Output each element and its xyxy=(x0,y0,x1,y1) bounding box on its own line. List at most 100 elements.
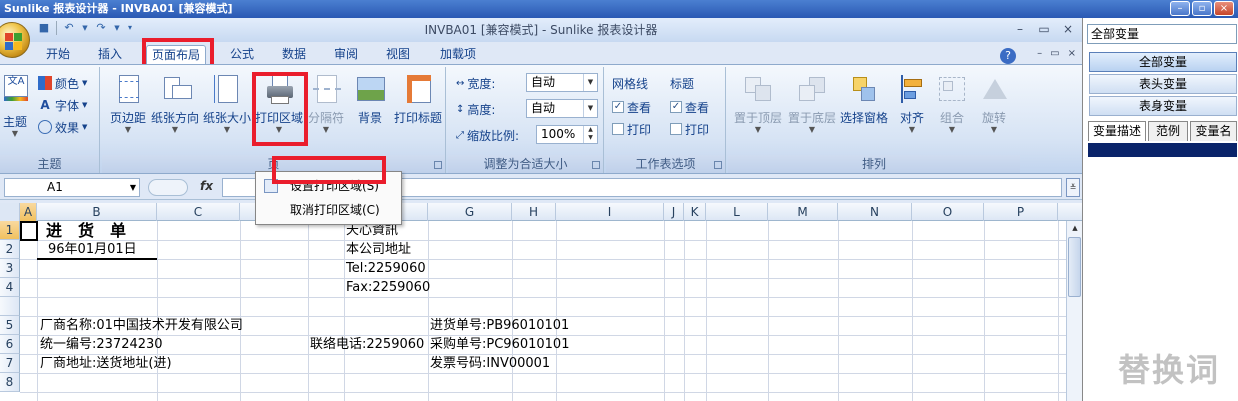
themes-button[interactable]: 文A 主题 ▼ xyxy=(0,73,30,138)
row-header-3[interactable]: 3 xyxy=(0,259,20,278)
undo-icon[interactable]: ↶ xyxy=(61,20,77,36)
row-header-4[interactable]: 4 xyxy=(0,278,20,297)
variable-filter-select[interactable]: 全部变量 xyxy=(1087,24,1237,44)
col-header-o[interactable]: O xyxy=(912,203,984,221)
restore-button[interactable]: ▭ xyxy=(1032,20,1056,38)
col-header-a[interactable]: A xyxy=(20,203,37,221)
row-header-6[interactable]: 5 xyxy=(0,316,20,335)
col-header-m[interactable]: M xyxy=(768,203,838,221)
gridlines-print-checkbox[interactable]: 打印 xyxy=(612,119,651,139)
vertical-scrollbar[interactable]: ▲ xyxy=(1066,221,1082,401)
cell-g8[interactable]: 发票号码:INV00001 xyxy=(430,354,550,373)
body-variables-button[interactable]: 表身变量 xyxy=(1089,96,1237,116)
select-all-corner[interactable] xyxy=(0,203,20,221)
tab-addins[interactable]: 加载项 xyxy=(432,45,484,64)
bring-to-front-button[interactable]: 置于顶层 ▼ xyxy=(732,73,784,134)
row-header-7[interactable]: 6 xyxy=(0,335,20,354)
cell-f2[interactable]: 本公司地址 xyxy=(346,240,411,259)
headings-view-checkbox[interactable]: ✓ 查看 xyxy=(670,97,709,117)
redo-dropdown-icon[interactable]: ▼ xyxy=(113,20,121,36)
background-button[interactable]: 背景 xyxy=(350,73,390,126)
cell-b2[interactable]: 96年01月01日 xyxy=(48,240,137,259)
workbook-close-icon[interactable]: × xyxy=(1068,48,1076,59)
tab-variable-description[interactable]: 变量描述 xyxy=(1088,121,1146,141)
row-header-9[interactable]: 8 xyxy=(0,373,20,392)
theme-colors-button[interactable]: 颜色 ▼ xyxy=(38,73,87,93)
print-titles-button[interactable]: 打印标题 xyxy=(392,73,444,126)
headings-print-checkbox[interactable]: 打印 xyxy=(670,119,709,139)
tab-insert[interactable]: 插入 xyxy=(90,45,130,64)
tab-formulas[interactable]: 公式 xyxy=(222,45,262,64)
cell-a6[interactable]: 厂商名称:01中国技术开发有限公司 xyxy=(40,316,243,335)
scale-launcher-icon[interactable] xyxy=(592,161,600,169)
workbook-minimize-icon[interactable]: – xyxy=(1037,48,1042,59)
selection-pane-button[interactable]: 选择窗格 xyxy=(838,73,890,126)
scale-spinner[interactable]: 100% ▲ ▼ xyxy=(536,125,598,144)
theme-fonts-button[interactable]: A 字体 ▼ xyxy=(38,95,87,115)
col-header-c[interactable]: C xyxy=(157,203,240,221)
expand-formula-icon[interactable]: ≚ xyxy=(1066,178,1080,197)
scroll-up-icon[interactable]: ▲ xyxy=(1068,221,1082,235)
cell-e7[interactable]: 联络电话:2259060 xyxy=(310,335,426,354)
undo-dropdown-icon[interactable]: ▼ xyxy=(81,20,89,36)
page-setup-launcher-icon[interactable] xyxy=(434,161,442,169)
cell-a8[interactable]: 厂商地址:送货地址(进) xyxy=(40,354,172,373)
send-to-back-button[interactable]: 置于底层 ▼ xyxy=(786,73,838,134)
align-button[interactable]: 对齐 ▼ xyxy=(894,73,930,134)
redo-icon[interactable]: ↷ xyxy=(93,20,109,36)
col-header-g[interactable]: G xyxy=(428,203,512,221)
cell-g7[interactable]: 采购单号:PC96010101 xyxy=(430,335,569,354)
row-header-8[interactable]: 7 xyxy=(0,354,20,373)
variable-list-selected-row[interactable] xyxy=(1088,143,1237,157)
width-select[interactable]: 自动 ▼ xyxy=(526,73,598,92)
formula-expand-handle[interactable] xyxy=(148,179,188,196)
height-select[interactable]: 自动 ▼ xyxy=(526,99,598,118)
tab-example[interactable]: 范例 xyxy=(1148,121,1188,141)
customize-qat-icon[interactable]: ▾ xyxy=(125,20,135,36)
row-header-1[interactable]: 1 xyxy=(0,221,20,240)
clear-print-area-menu-item[interactable]: 取消打印区域(C) xyxy=(258,199,399,221)
tab-view[interactable]: 视图 xyxy=(378,45,418,64)
col-header-h[interactable]: H xyxy=(512,203,556,221)
page-size-button[interactable]: 纸张大小 ▼ xyxy=(202,73,252,134)
tab-review[interactable]: 审阅 xyxy=(326,45,366,64)
header-variables-button[interactable]: 表头变量 xyxy=(1089,74,1237,94)
minimize-button[interactable]: – xyxy=(1008,20,1032,38)
all-variables-button[interactable]: 全部变量 xyxy=(1089,52,1237,72)
cell-f4[interactable]: Fax:2259060 xyxy=(346,278,430,297)
fx-icon[interactable]: fx xyxy=(200,179,213,193)
tab-data[interactable]: 数据 xyxy=(274,45,314,64)
row-header-5[interactable] xyxy=(0,297,20,316)
gridlines-view-checkbox[interactable]: ✓ 查看 xyxy=(612,97,651,117)
breaks-button[interactable]: 分隔符 ▼ xyxy=(304,73,348,134)
outer-close-button[interactable]: × xyxy=(1214,1,1234,16)
worksheet-grid[interactable]: A B C D E F G H I J K L M N O P xyxy=(0,203,1082,401)
tab-home[interactable]: 开始 xyxy=(38,45,78,64)
col-header-n[interactable]: N xyxy=(838,203,912,221)
help-icon[interactable]: ? xyxy=(1000,48,1016,64)
cell-b1[interactable]: 进 货 单 xyxy=(46,221,126,240)
tab-variable-name[interactable]: 变量名 xyxy=(1190,121,1237,141)
col-header-p[interactable]: P xyxy=(984,203,1058,221)
active-cell-a1[interactable] xyxy=(20,221,38,241)
scroll-thumb[interactable] xyxy=(1068,237,1081,297)
cell-f3[interactable]: Tel:2259060 xyxy=(346,259,426,278)
margins-button[interactable]: 页边距 ▼ xyxy=(106,73,150,134)
save-icon[interactable]: ■ xyxy=(36,20,52,36)
outer-minimize-button[interactable]: – xyxy=(1170,1,1190,16)
cell-a7[interactable]: 统一编号:23724230 xyxy=(40,335,163,354)
col-header-i[interactable]: I xyxy=(556,203,664,221)
col-header-b[interactable]: B xyxy=(37,203,157,221)
col-header-k[interactable]: K xyxy=(684,203,706,221)
outer-restore-button[interactable]: ▫ xyxy=(1192,1,1212,16)
rotate-button[interactable]: 旋转 ▼ xyxy=(974,73,1014,134)
group-button[interactable]: 组合 ▼ xyxy=(932,73,972,134)
close-button[interactable]: × xyxy=(1056,20,1080,38)
theme-effects-button[interactable]: 效果 ▼ xyxy=(38,117,87,137)
name-box[interactable]: A1 ▼ xyxy=(4,178,140,197)
workbook-restore-icon[interactable]: ▭ xyxy=(1050,48,1059,59)
row-header-2[interactable]: 2 xyxy=(0,240,20,259)
col-header-j[interactable]: J xyxy=(664,203,684,221)
orientation-button[interactable]: 纸张方向 ▼ xyxy=(150,73,200,134)
cell-g6[interactable]: 进货单号:PB96010101 xyxy=(430,316,569,335)
